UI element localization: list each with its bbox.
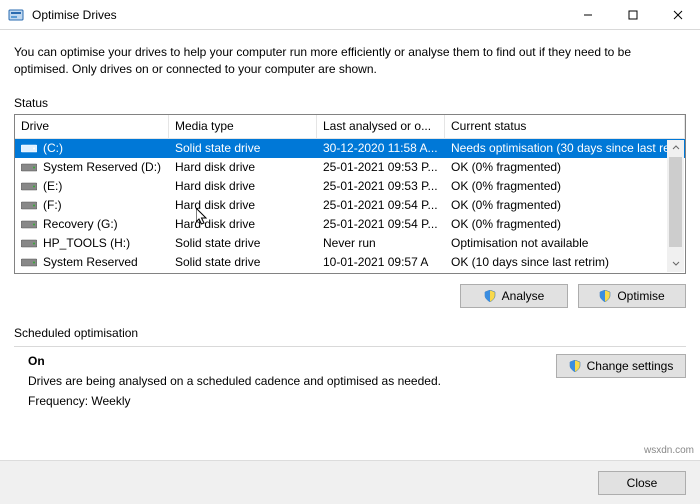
scroll-up-icon[interactable] [667,140,684,157]
scroll-down-icon[interactable] [667,255,684,272]
change-settings-label: Change settings [587,359,674,373]
scheduled-on: On [28,354,556,368]
shield-icon [484,290,496,302]
drive-name: HP_TOOLS (H:) [43,236,130,250]
current-status: OK (0% fragmented) [445,179,685,193]
close-label: Close [627,476,658,490]
scroll-thumb[interactable] [669,157,682,247]
change-settings-button[interactable]: Change settings [556,354,686,378]
col-media[interactable]: Media type [169,115,317,138]
last-analysed: Never run [317,236,445,250]
drive-name: System Reserved [43,255,138,269]
table-row[interactable]: System Reserved Solid state drive10-01-20… [15,253,685,272]
col-last[interactable]: Last analysed or o... [317,115,445,138]
table-row[interactable]: Recovery (G:) Hard disk drive25-01-2021 0… [15,215,685,234]
drive-icon [21,199,37,211]
media-type: Hard disk drive [169,179,317,193]
drive-name: Recovery (G:) [43,217,118,231]
drive-name: (C:) [43,141,63,155]
col-drive[interactable]: Drive [15,115,169,138]
media-type: Solid state drive [169,236,317,250]
window-title: Optimise Drives [32,8,565,22]
drive-name: (E:) [43,179,62,193]
drive-icon [21,180,37,192]
last-analysed: 25-01-2021 09:53 P... [317,179,445,193]
drive-icon [21,256,37,268]
bottom-bar: Close [0,460,700,504]
drive-icon [21,161,37,173]
scheduled-desc: Drives are being analysed on a scheduled… [28,374,556,388]
current-status: Needs optimisation (30 days since last r… [445,141,685,155]
drive-name: System Reserved (D:) [43,160,161,174]
table-row[interactable]: HP_TOOLS (H:) Solid state driveNever runO… [15,234,685,253]
scheduled-label: Scheduled optimisation [14,326,686,340]
last-analysed: 25-01-2021 09:53 P... [317,160,445,174]
optimise-button[interactable]: Optimise [578,284,686,308]
current-status: Optimisation not available [445,236,685,250]
drive-icon [21,237,37,249]
optimise-label: Optimise [617,289,664,303]
minimize-button[interactable] [565,0,610,29]
drives-table: Drive Media type Last analysed or o... C… [14,114,686,274]
media-type: Hard disk drive [169,198,317,212]
analyse-label: Analyse [502,289,545,303]
last-analysed: 25-01-2021 09:54 P... [317,198,445,212]
scheduled-frequency: Frequency: Weekly [28,394,556,408]
watermark: wsxdn.com [644,445,694,456]
drive-name: (F:) [43,198,62,212]
app-icon [8,7,24,23]
status-label: Status [14,96,686,110]
media-type: Hard disk drive [169,217,317,231]
table-row[interactable]: (E:) Hard disk drive25-01-2021 09:53 P...… [15,177,685,196]
shield-icon [569,360,581,372]
last-analysed: 10-01-2021 09:57 A [317,255,445,269]
current-status: OK (0% fragmented) [445,160,685,174]
last-analysed: 25-01-2021 09:54 P... [317,217,445,231]
table-row[interactable]: (F:) Hard disk drive25-01-2021 09:54 P...… [15,196,685,215]
table-header: Drive Media type Last analysed or o... C… [15,115,685,139]
col-status[interactable]: Current status [445,115,685,138]
maximize-button[interactable] [610,0,655,29]
current-status: OK (0% fragmented) [445,217,685,231]
current-status: OK (0% fragmented) [445,198,685,212]
drive-icon [21,142,37,154]
media-type: Solid state drive [169,255,317,269]
media-type: Solid state drive [169,141,317,155]
description-text: You can optimise your drives to help you… [14,44,686,78]
media-type: Hard disk drive [169,160,317,174]
close-dialog-button[interactable]: Close [598,471,686,495]
scrollbar-vertical[interactable] [667,140,684,272]
current-status: OK (10 days since last retrim) [445,255,685,269]
close-button[interactable] [655,0,700,29]
shield-icon [599,290,611,302]
drive-icon [21,218,37,230]
last-analysed: 30-12-2020 11:58 A... [317,141,445,155]
table-row[interactable]: (C:) Solid state drive30-12-2020 11:58 A.… [15,139,685,158]
table-row[interactable]: System Reserved (D:) Hard disk drive25-01… [15,158,685,177]
window-controls [565,0,700,29]
analyse-button[interactable]: Analyse [460,284,568,308]
title-bar: Optimise Drives [0,0,700,30]
